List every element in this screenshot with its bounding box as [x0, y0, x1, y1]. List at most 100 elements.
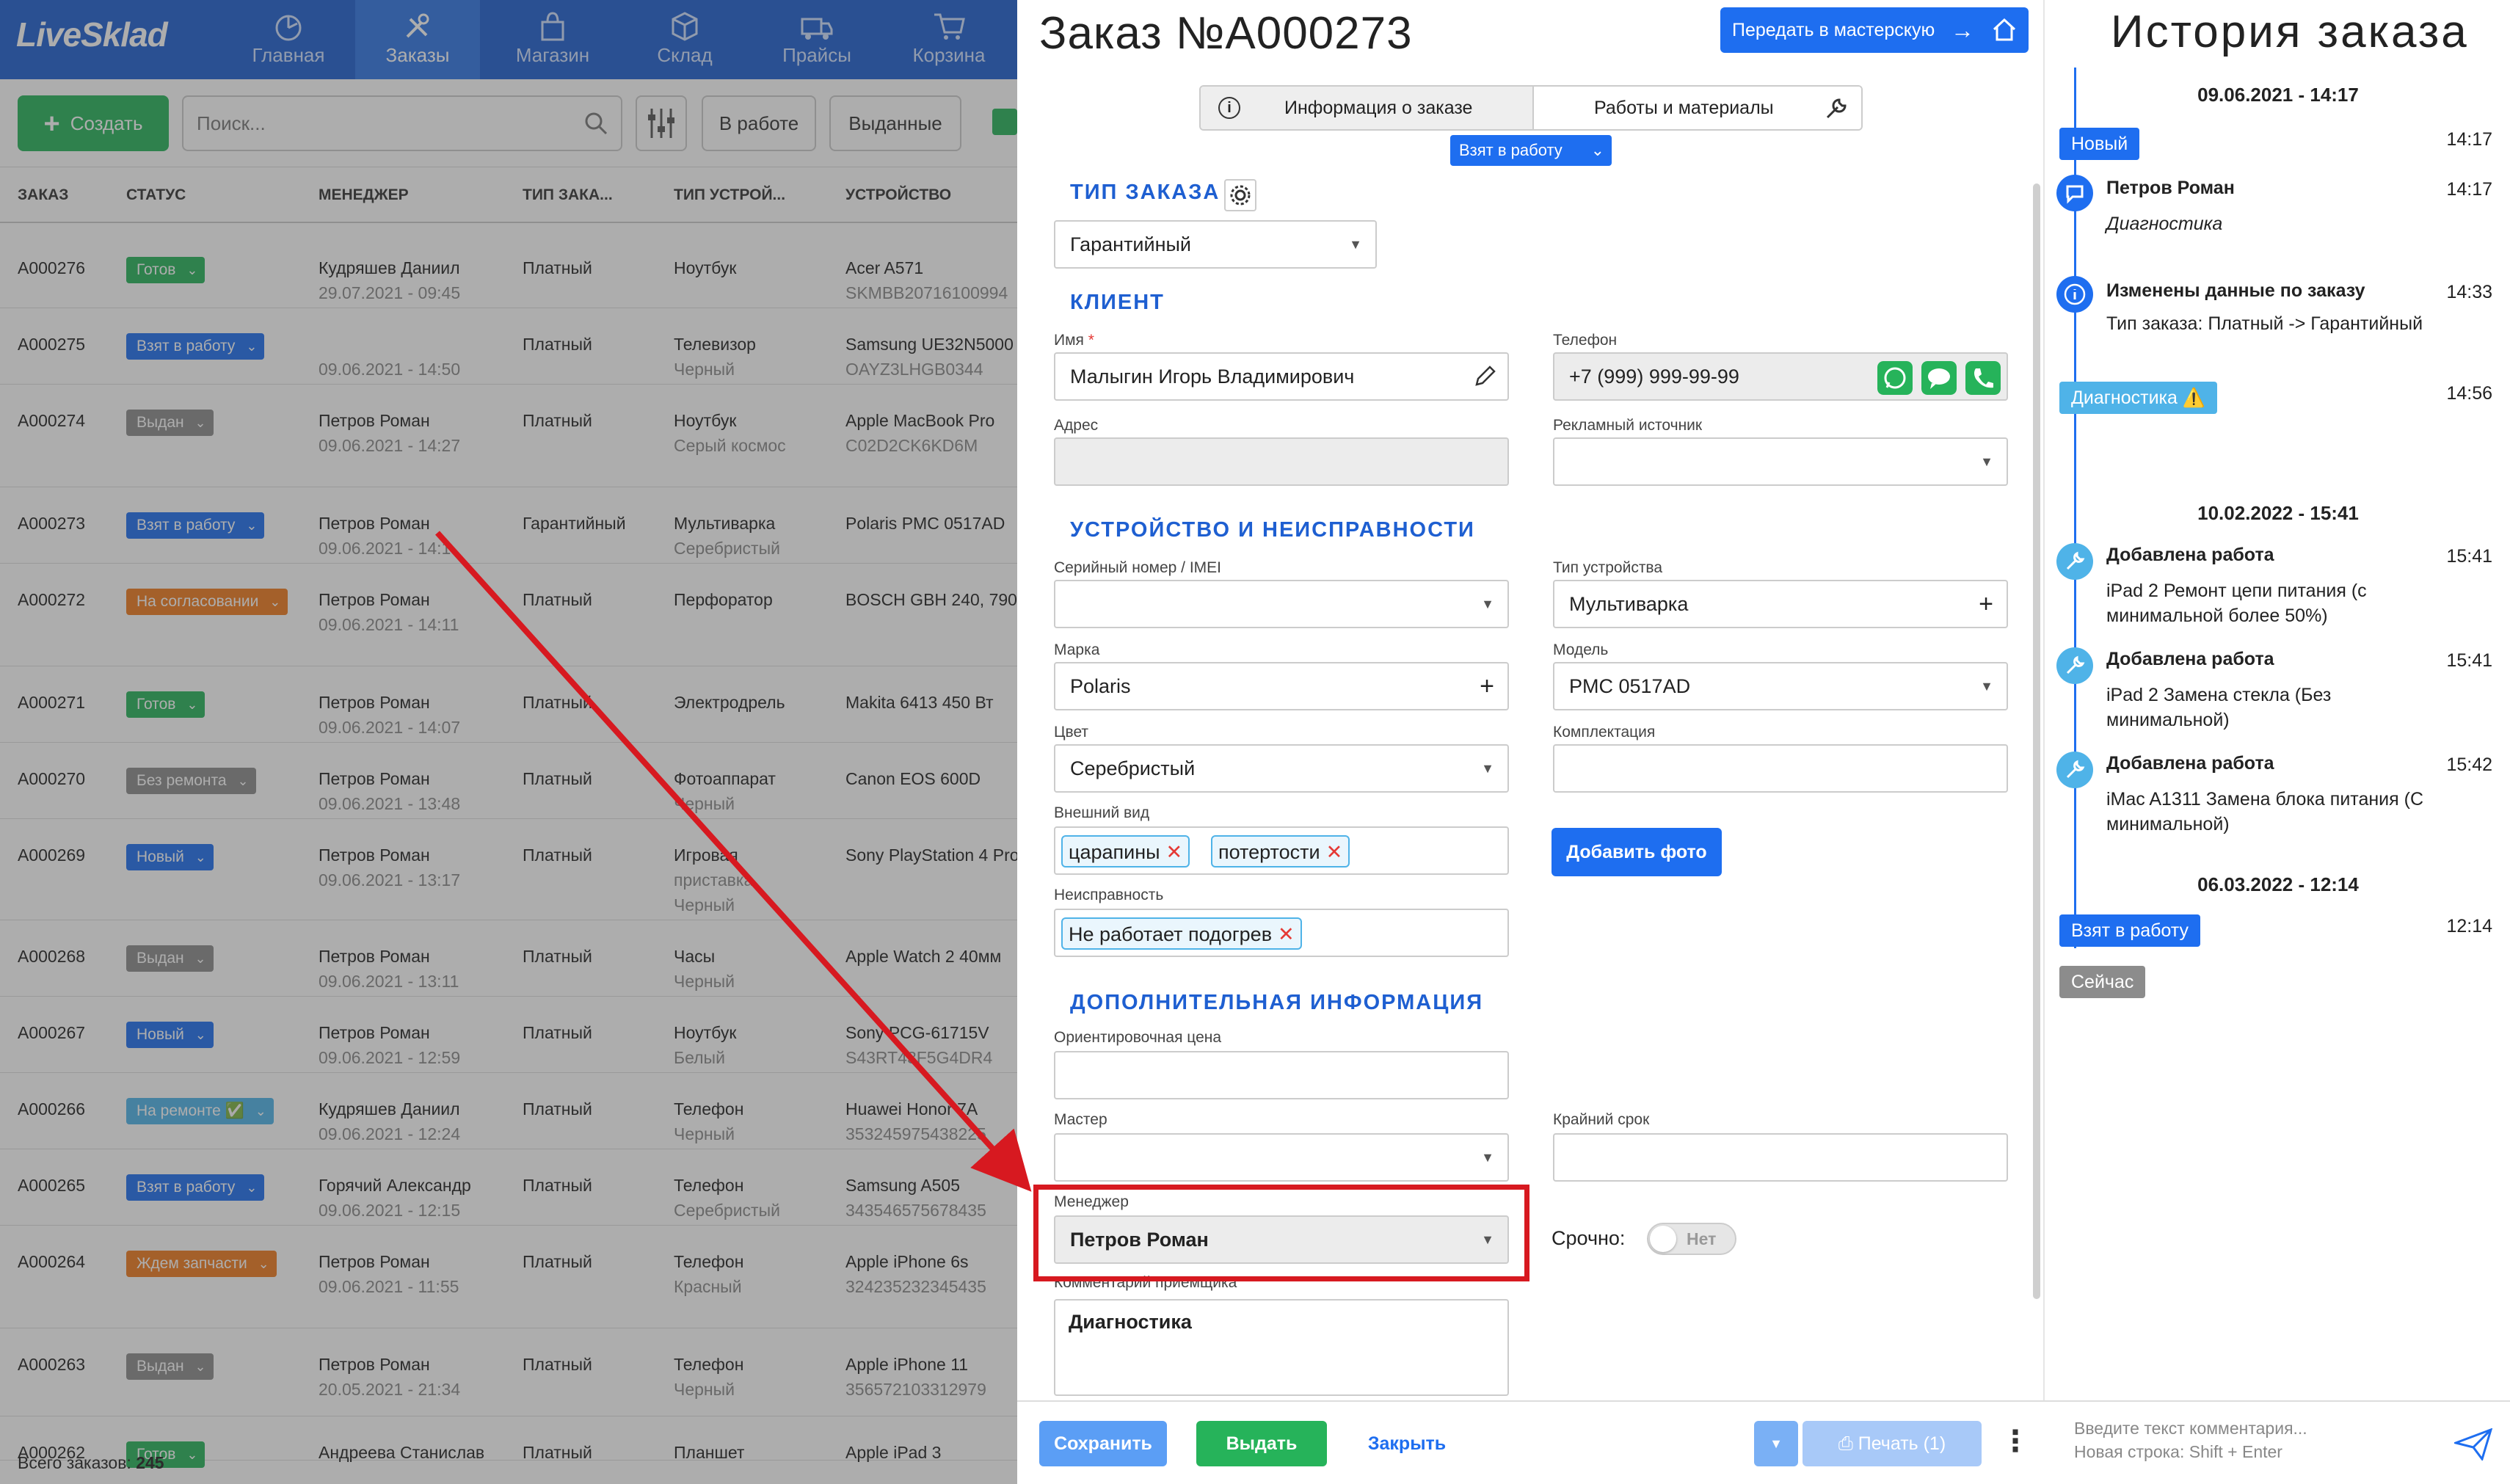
device-type-field[interactable]: Мультиварка + [1553, 580, 2008, 628]
dropdown-arrow-icon: ▼ [1481, 1150, 1494, 1165]
master-select[interactable]: ▼ [1054, 1133, 1509, 1182]
history-time: 14:17 [2446, 179, 2492, 200]
modal-backdrop[interactable] [0, 0, 1017, 1484]
comment-placeholder: Введите текст комментария... Новая строка… [2074, 1416, 2412, 1463]
serial-label: Серийный номер / IMEI [1054, 559, 1221, 576]
print-options-dropdown[interactable]: ▼ [1754, 1421, 1798, 1466]
device-type-label: Тип устройства [1553, 559, 1663, 576]
orders-list-app: LiveSklad Главная Заказы Магазин Склад П… [0, 0, 1017, 1484]
sms-icon[interactable] [1921, 361, 1957, 395]
fault-tags-field[interactable]: Не работает подогрев ✕ [1054, 909, 1509, 957]
tab-order-info[interactable]: i Информация о заказе [1201, 87, 1532, 129]
serial-field[interactable]: ▼ [1054, 580, 1509, 628]
urgent-label: Срочно: [1552, 1227, 1626, 1249]
history-time: 12:14 [2446, 916, 2492, 936]
price-field[interactable] [1054, 1051, 1509, 1099]
more-options-icon[interactable]: ⋮ [2001, 1421, 2030, 1466]
brand-field[interactable]: Polaris + [1054, 662, 1509, 710]
kit-field[interactable] [1553, 744, 2008, 793]
required-mark: * [1088, 332, 1094, 349]
history-date: 10.02.2022 - 15:41 [2197, 502, 2359, 524]
receiver-comment-textarea[interactable]: Диагностика [1054, 1299, 1509, 1396]
info-icon [2056, 276, 2093, 313]
name-label-text: Имя [1054, 332, 1084, 349]
appearance-tags-field[interactable]: царапины ✕ потертости ✕ [1054, 826, 1509, 875]
printer-icon: ⎙ [1838, 1433, 1858, 1454]
kit-label: Комплектация [1553, 724, 1656, 741]
model-label: Модель [1553, 641, 1609, 658]
issue-button[interactable]: Выдать [1196, 1421, 1327, 1466]
plus-icon[interactable]: + [1480, 663, 1494, 709]
history-event-text: Диагностика [2106, 214, 2223, 234]
phone-value: +7 (999) 999-99-99 [1569, 365, 1739, 388]
home-icon [1993, 18, 2016, 41]
order-type-select[interactable]: Гарантийный ▼ [1054, 220, 1377, 269]
remove-tag-icon[interactable]: ✕ [1278, 923, 1295, 945]
order-status-dropdown[interactable]: Взят в работу ⌄ [1450, 135, 1612, 166]
chevron-down-icon: ⌄ [1590, 141, 1604, 159]
scrollbar[interactable] [2033, 183, 2040, 1299]
plus-icon[interactable]: + [1979, 581, 1993, 627]
remove-tag-icon[interactable]: ✕ [1166, 841, 1183, 863]
wrench-icon [1826, 98, 1847, 119]
dropdown-arrow-icon: ▼ [1481, 761, 1494, 776]
model-select[interactable]: PMC 0517AD ▼ [1553, 662, 2008, 710]
ad-source-label: Рекламный источник [1553, 417, 1703, 434]
tag-item: потертости ✕ [1211, 835, 1350, 868]
whatsapp-icon[interactable] [1877, 361, 1913, 395]
ad-source-select[interactable]: ▼ [1553, 437, 2008, 486]
deadline-field[interactable] [1553, 1133, 2008, 1182]
history-time: 15:41 [2446, 650, 2492, 671]
history-event-text: Тип заказа: Платный -> Гарантийный [2106, 313, 2423, 334]
close-button[interactable]: Закрыть [1352, 1421, 1462, 1466]
phone-call-icon[interactable] [1965, 361, 2001, 395]
remove-tag-icon[interactable]: ✕ [1326, 841, 1343, 863]
history-time: 14:17 [2446, 129, 2492, 150]
name-label: Имя * [1054, 332, 1094, 349]
history-event-title: Добавлена работа [2106, 649, 2274, 669]
deadline-label: Крайний срок [1553, 1111, 1650, 1128]
comment-icon [2056, 175, 2093, 211]
save-button[interactable]: Сохранить [1039, 1421, 1167, 1466]
tab-works-materials[interactable]: Работы и материалы [1532, 87, 1861, 129]
color-select[interactable]: Серебристый ▼ [1054, 744, 1509, 793]
history-event-title: Петров Роман [2106, 178, 2235, 198]
tab-order-info-label: Информация о заказе [1284, 98, 1473, 118]
history-date: 06.03.2022 - 12:14 [2197, 873, 2359, 895]
history-status-pill: Взят в работу [2059, 914, 2201, 947]
section-order-type: ТИП ЗАКАЗА [1070, 181, 1221, 204]
add-photo-button[interactable]: Добавить фото [1552, 828, 1722, 876]
transfer-to-workshop-button[interactable]: Передать в мастерскую → [1720, 7, 2029, 53]
transfer-label: Передать в мастерскую [1732, 20, 1935, 40]
info-icon: i [1218, 97, 1240, 119]
history-comment-input[interactable]: Введите текст комментария... Новая строка… [2043, 1400, 2510, 1484]
phone-field[interactable]: +7 (999) 999-99-99 [1553, 352, 2008, 401]
client-name-field[interactable]: Малыгин Игорь Владимирович [1054, 352, 1509, 401]
order-type-settings-button[interactable] [1224, 179, 1256, 211]
print-button[interactable]: ⎙ Печать (1) [1803, 1421, 1982, 1466]
section-extra: ДОПОЛНИТЕЛЬНАЯ ИНФОРМАЦИЯ [1070, 991, 1484, 1014]
device-type-value: Мультиварка [1569, 593, 1689, 615]
tag-text: Не работает подогрев [1069, 923, 1273, 945]
dropdown-arrow-icon: ▼ [1481, 597, 1494, 611]
wrench-icon [2056, 543, 2093, 580]
tag-item: царапины ✕ [1061, 835, 1190, 868]
gear-icon [1230, 185, 1251, 205]
urgent-toggle[interactable]: Нет [1647, 1223, 1736, 1255]
history-date: 09.06.2021 - 14:17 [2197, 84, 2359, 106]
history-event-text: iPad 2 Замена стекла (Без минимальной) [2106, 685, 2332, 730]
pencil-icon[interactable] [1472, 364, 1497, 389]
comment-placeholder-line2: Новая строка: Shift + Enter [2074, 1442, 2282, 1461]
send-icon[interactable] [2454, 1428, 2492, 1461]
appearance-label: Внешний вид [1054, 804, 1150, 821]
tag-text: царапины [1069, 841, 1160, 863]
address-label: Адрес [1054, 417, 1099, 434]
wrench-icon [2056, 647, 2093, 684]
phone-label: Телефон [1553, 332, 1618, 349]
section-device: УСТРОЙСТВО И НЕИСПРАВНОСТИ [1070, 518, 1475, 542]
address-field[interactable] [1054, 437, 1509, 486]
wrench-icon [2056, 752, 2093, 788]
chevron-down-icon: ▼ [1769, 1436, 1783, 1451]
master-label: Мастер [1054, 1111, 1107, 1128]
history-event-title: Изменены данные по заказу [2106, 280, 2365, 301]
